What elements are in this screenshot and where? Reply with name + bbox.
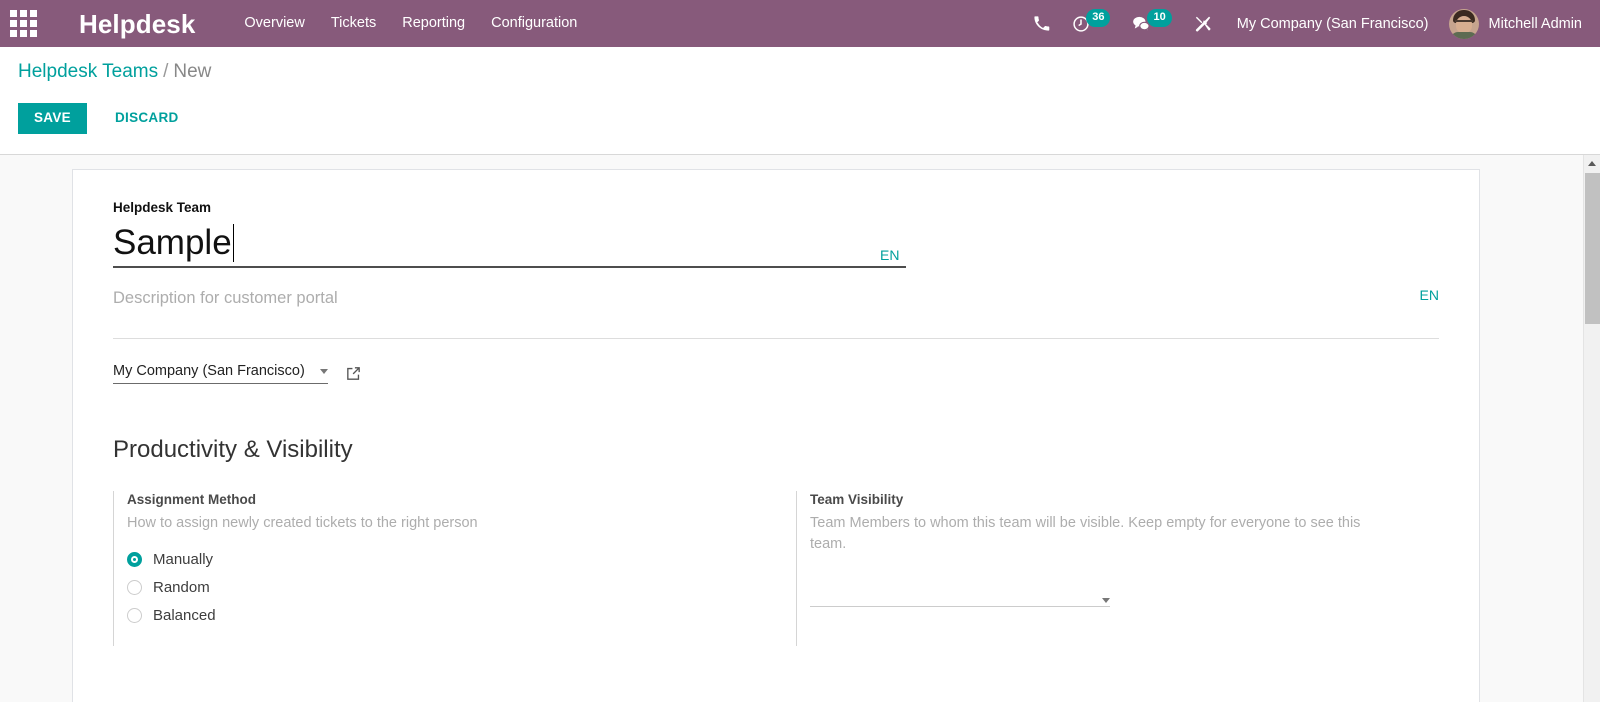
- scroll-up-button[interactable]: [1584, 155, 1600, 172]
- company-external-link-button[interactable]: [345, 365, 362, 382]
- radio-option-manually[interactable]: Manually: [127, 550, 796, 568]
- company-field-group: My Company (San Francisco): [113, 362, 1439, 385]
- vertical-scrollbar[interactable]: [1583, 155, 1600, 702]
- form-sheet-background: Helpdesk Team Sample EN Description for …: [0, 155, 1583, 702]
- assignment-column: Assignment Method How to assign newly cr…: [113, 491, 796, 647]
- breadcrumb-separator: /: [163, 61, 169, 82]
- breadcrumb-helpdesk-teams[interactable]: Helpdesk Teams: [18, 61, 158, 82]
- description-language-badge[interactable]: EN: [1420, 288, 1439, 302]
- main-menu: Overview Tickets Reporting Configuration: [231, 2, 590, 45]
- chevron-down-icon: [320, 368, 328, 374]
- team-name-input[interactable]: Sample: [113, 223, 232, 262]
- form-sheet: Helpdesk Team Sample EN Description for …: [72, 169, 1480, 702]
- save-button[interactable]: SAVE: [18, 103, 87, 134]
- assignment-method-label: Assignment Method: [127, 492, 257, 508]
- radio-icon-random[interactable]: [127, 579, 142, 595]
- navbar-right-tools: 36 10 My Company (San Francisco) Mitchel…: [1022, 0, 1600, 47]
- scrollbar-thumb[interactable]: [1585, 173, 1600, 324]
- menu-item-configuration[interactable]: Configuration: [478, 2, 590, 45]
- discard-button[interactable]: DISCARD: [101, 103, 193, 134]
- section-title-productivity-visibility: Productivity & Visibility: [113, 436, 353, 464]
- team-name-row: Sample EN: [113, 222, 1439, 269]
- avatar: [1448, 8, 1479, 39]
- team-name-field-group: Helpdesk Team Sample EN: [113, 200, 1439, 269]
- team-name-language-badge[interactable]: EN: [880, 248, 899, 262]
- radio-option-random[interactable]: Random: [127, 578, 796, 596]
- team-name-input-wrapper[interactable]: Sample: [113, 222, 906, 269]
- assignment-method-group: Assignment Method How to assign newly cr…: [113, 491, 796, 647]
- team-visibility-help: Team Members to whom this team will be v…: [810, 514, 1361, 552]
- developer-tools-button[interactable]: [1183, 0, 1223, 47]
- apps-grid-icon: [9, 10, 37, 37]
- team-visibility-label: Team Visibility: [810, 492, 904, 508]
- breadcrumb: Helpdesk Teams / New: [18, 62, 1600, 81]
- activities-counter-badge: 36: [1086, 8, 1111, 27]
- radio-label-balanced: Balanced: [153, 606, 216, 624]
- activities-button[interactable]: 36: [1061, 0, 1121, 47]
- radio-label-random: Random: [153, 578, 210, 596]
- visibility-column: Team Visibility Team Members to whom thi…: [796, 491, 1421, 647]
- breadcrumb-current: New: [173, 61, 212, 82]
- radio-icon-balanced[interactable]: [127, 607, 142, 623]
- external-link-icon: [347, 366, 360, 380]
- phone-button[interactable]: [1022, 0, 1061, 47]
- developer-tools-icon: [1195, 16, 1211, 32]
- messages-button[interactable]: 10: [1121, 0, 1182, 47]
- company-select[interactable]: My Company (San Francisco): [113, 362, 328, 385]
- phone-icon: [1034, 16, 1050, 31]
- app-brand-helpdesk[interactable]: Helpdesk: [79, 11, 195, 37]
- messages-counter-badge: 10: [1147, 8, 1172, 27]
- control-panel: Helpdesk Teams / New SAVE DISCARD: [0, 47, 1600, 155]
- settings-columns: Assignment Method How to assign newly cr…: [113, 491, 1439, 647]
- description-field-group: Description for customer portal EN: [113, 288, 1439, 339]
- menu-item-reporting[interactable]: Reporting: [389, 2, 478, 45]
- company-selected-value: My Company (San Francisco): [113, 362, 305, 379]
- chevron-down-icon: [1102, 597, 1110, 603]
- assignment-method-radio-group: Manually Random Balanced: [127, 550, 796, 624]
- menu-item-tickets[interactable]: Tickets: [318, 2, 389, 45]
- description-placeholder: Description for customer portal: [113, 289, 338, 308]
- menu-item-overview[interactable]: Overview: [231, 2, 317, 45]
- radio-option-balanced[interactable]: Balanced: [127, 606, 796, 624]
- text-cursor: [232, 224, 234, 263]
- helpdesk-team-label: Helpdesk Team: [113, 200, 212, 215]
- user-name-label: Mitchell Admin: [1488, 15, 1582, 32]
- user-menu[interactable]: Mitchell Admin: [1443, 8, 1590, 39]
- company-switcher[interactable]: My Company (San Francisco): [1223, 16, 1443, 32]
- chevron-up-icon: [1588, 161, 1596, 166]
- apps-menu-button[interactable]: [0, 0, 46, 47]
- radio-label-manually: Manually: [153, 550, 214, 568]
- team-visibility-group: Team Visibility Team Members to whom thi…: [796, 491, 1421, 647]
- radio-icon-manually[interactable]: [127, 551, 142, 567]
- assignment-method-help: How to assign newly created tickets to t…: [127, 514, 478, 531]
- top-navbar: Helpdesk Overview Tickets Reporting Conf…: [0, 0, 1600, 47]
- form-action-buttons: SAVE DISCARD: [18, 103, 1600, 134]
- description-input[interactable]: Description for customer portal: [113, 288, 1439, 339]
- form-content-area: Helpdesk Team Sample EN Description for …: [0, 155, 1600, 702]
- team-visibility-select[interactable]: [810, 581, 1110, 607]
